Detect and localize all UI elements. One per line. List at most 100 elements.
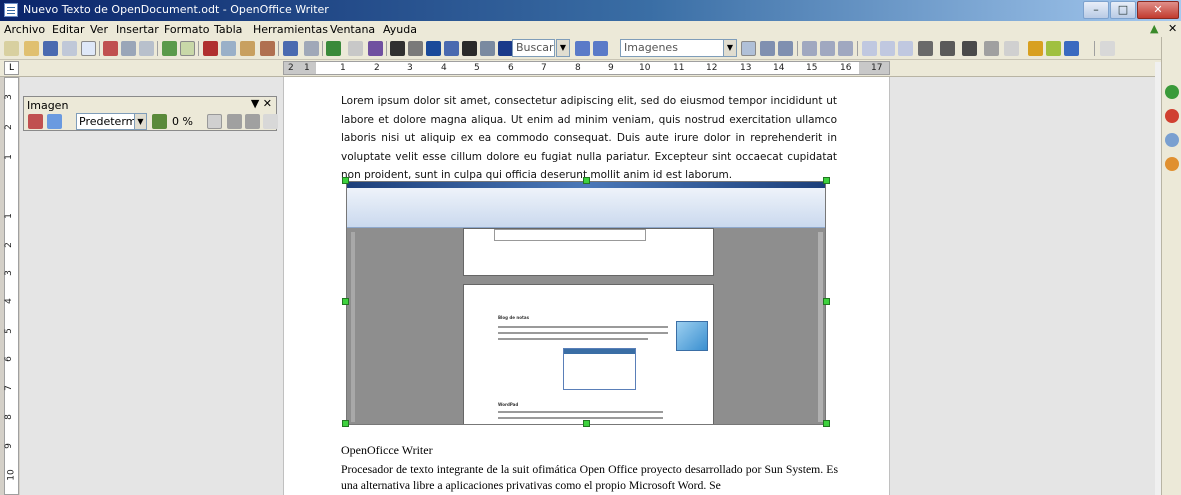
resize-handle[interactable]: [342, 420, 349, 427]
show-draw-functions-icon[interactable]: [368, 41, 383, 56]
image-toolbar-close-button[interactable]: ▼ ✕: [251, 97, 272, 110]
resize-handle[interactable]: [342, 298, 349, 305]
navigator-icon[interactable]: [408, 41, 423, 56]
search-placeholder: Buscar: [516, 41, 554, 54]
close-document-icon[interactable]: ✕: [1168, 22, 1177, 35]
navigator-sidebar-icon[interactable]: [1165, 133, 1179, 147]
close-button[interactable]: ✕: [1137, 1, 1179, 19]
graphics-mode-combo[interactable]: Predetermi ▼: [76, 113, 147, 130]
embedded-scrollbar: [818, 232, 823, 422]
resize-handle[interactable]: [823, 420, 830, 427]
page-preview-icon[interactable]: [139, 41, 154, 56]
shadow-icon[interactable]: [1004, 41, 1019, 56]
align-objects-icon[interactable]: [1100, 41, 1115, 56]
body-paragraph-2[interactable]: Procesador de texto integrante de la sui…: [341, 462, 838, 494]
align-center-icon[interactable]: [760, 41, 775, 56]
image-mode-icon[interactable]: [47, 114, 62, 129]
flip-horizontal-icon[interactable]: [245, 114, 260, 129]
resize-handle[interactable]: [823, 177, 830, 184]
copy-icon[interactable]: [221, 41, 236, 56]
toolbar-separator: [198, 41, 199, 56]
redo-icon[interactable]: [304, 41, 319, 56]
open-folder-icon[interactable]: [24, 41, 39, 56]
body-paragraph-1[interactable]: Lorem ipsum dolor sit amet, consectetur …: [341, 92, 837, 185]
menu-editar[interactable]: Editar: [52, 23, 85, 36]
transparency-spinner[interactable]: [207, 114, 222, 129]
menu-insertar[interactable]: Insertar: [116, 23, 159, 36]
search-dropdown[interactable]: ▼: [556, 39, 570, 57]
menu-formato[interactable]: Formato: [164, 23, 210, 36]
embedded-window-titlebar: [564, 349, 635, 354]
image-filter-icon[interactable]: [28, 114, 43, 129]
tab-stop-selector[interactable]: L: [4, 61, 19, 75]
menu-archivo[interactable]: Archivo: [4, 23, 45, 36]
export-pdf-icon[interactable]: [103, 41, 118, 56]
nonprinting-chars-icon[interactable]: [462, 41, 477, 56]
resize-handle[interactable]: [823, 298, 830, 305]
spellcheck-icon[interactable]: [162, 41, 177, 56]
clone-format-icon[interactable]: [260, 41, 275, 56]
autospellcheck-icon[interactable]: [180, 41, 195, 56]
flip-vertical-icon[interactable]: [227, 114, 242, 129]
gallery-sidebar-icon[interactable]: [1165, 109, 1179, 123]
resize-handle[interactable]: [342, 177, 349, 184]
arrow-style-icon[interactable]: [940, 41, 955, 56]
edit-file-icon[interactable]: [81, 41, 96, 56]
styles-icon[interactable]: [1165, 85, 1179, 99]
wrap-left-icon[interactable]: [862, 41, 877, 56]
save-icon[interactable]: [43, 41, 58, 56]
menu-ver[interactable]: Ver: [90, 23, 108, 36]
gallery-icon[interactable]: [426, 41, 441, 56]
wrap-off-icon[interactable]: [802, 41, 817, 56]
wrap-through-icon[interactable]: [898, 41, 913, 56]
print-icon[interactable]: [121, 41, 136, 56]
crop-icon[interactable]: [263, 114, 278, 129]
line-style-icon[interactable]: [918, 41, 933, 56]
menu-ventana[interactable]: Ventana: [330, 23, 375, 36]
vertical-ruler[interactable]: 3 2 1 1 2 3 4 5 6 7 8 9 10: [4, 77, 19, 495]
paste-icon[interactable]: [240, 41, 255, 56]
resize-handle[interactable]: [583, 177, 590, 184]
help-agent-icon[interactable]: ▲: [1150, 22, 1158, 35]
anchor-icon[interactable]: [1064, 41, 1079, 56]
menu-ayuda[interactable]: Ayuda: [383, 23, 417, 36]
resize-handle[interactable]: [583, 420, 590, 427]
help-icon[interactable]: [498, 41, 513, 56]
transparency-field[interactable]: 0 %: [172, 115, 202, 129]
data-sources-icon[interactable]: [444, 41, 459, 56]
search-input[interactable]: Buscar: [512, 39, 555, 57]
menu-herramientas[interactable]: Herramientas: [253, 23, 328, 36]
align-left-icon[interactable]: [741, 41, 756, 56]
hyperlink-icon[interactable]: [326, 41, 341, 56]
embedded-image[interactable]: Blog de notas WordPad: [346, 181, 826, 425]
undo-icon[interactable]: [283, 41, 298, 56]
align-right-icon[interactable]: [778, 41, 793, 56]
horizontal-ruler[interactable]: 2 1 1 2 3 4 5 6 7 8 9 10 11 12 13 14 15 …: [283, 61, 890, 75]
vruler-tick: 2: [3, 242, 14, 248]
functions-icon[interactable]: [1165, 157, 1179, 171]
color-icon[interactable]: [152, 114, 167, 129]
new-document-icon[interactable]: [4, 41, 19, 56]
maximize-button[interactable]: □: [1110, 1, 1136, 19]
cut-icon[interactable]: [203, 41, 218, 56]
area-style-icon[interactable]: [984, 41, 999, 56]
menu-tabla[interactable]: Tabla: [214, 23, 242, 36]
table-icon[interactable]: [348, 41, 363, 56]
find-next-icon[interactable]: [593, 41, 608, 56]
section-heading[interactable]: OpenOficce Writer: [341, 443, 433, 458]
title-bar: Nuevo Texto de OpenDocument.odt - OpenOf…: [0, 0, 1181, 21]
window-controls: – □ ✕: [1082, 1, 1179, 20]
minimize-button[interactable]: –: [1083, 1, 1109, 19]
wrap-right-icon[interactable]: [880, 41, 895, 56]
wrap-optimal-icon[interactable]: [838, 41, 853, 56]
line-color-icon[interactable]: [962, 41, 977, 56]
email-icon[interactable]: [62, 41, 77, 56]
gallery-theme-combo[interactable]: Imagenes ▼: [620, 39, 737, 57]
send-to-back-icon[interactable]: [1046, 41, 1061, 56]
find-previous-icon[interactable]: [575, 41, 590, 56]
zoom-icon[interactable]: [480, 41, 495, 56]
wrap-page-icon[interactable]: [820, 41, 835, 56]
document-page[interactable]: Lorem ipsum dolor sit amet, consectetur …: [283, 77, 890, 495]
bring-to-front-icon[interactable]: [1028, 41, 1043, 56]
find-replace-icon[interactable]: [390, 41, 405, 56]
